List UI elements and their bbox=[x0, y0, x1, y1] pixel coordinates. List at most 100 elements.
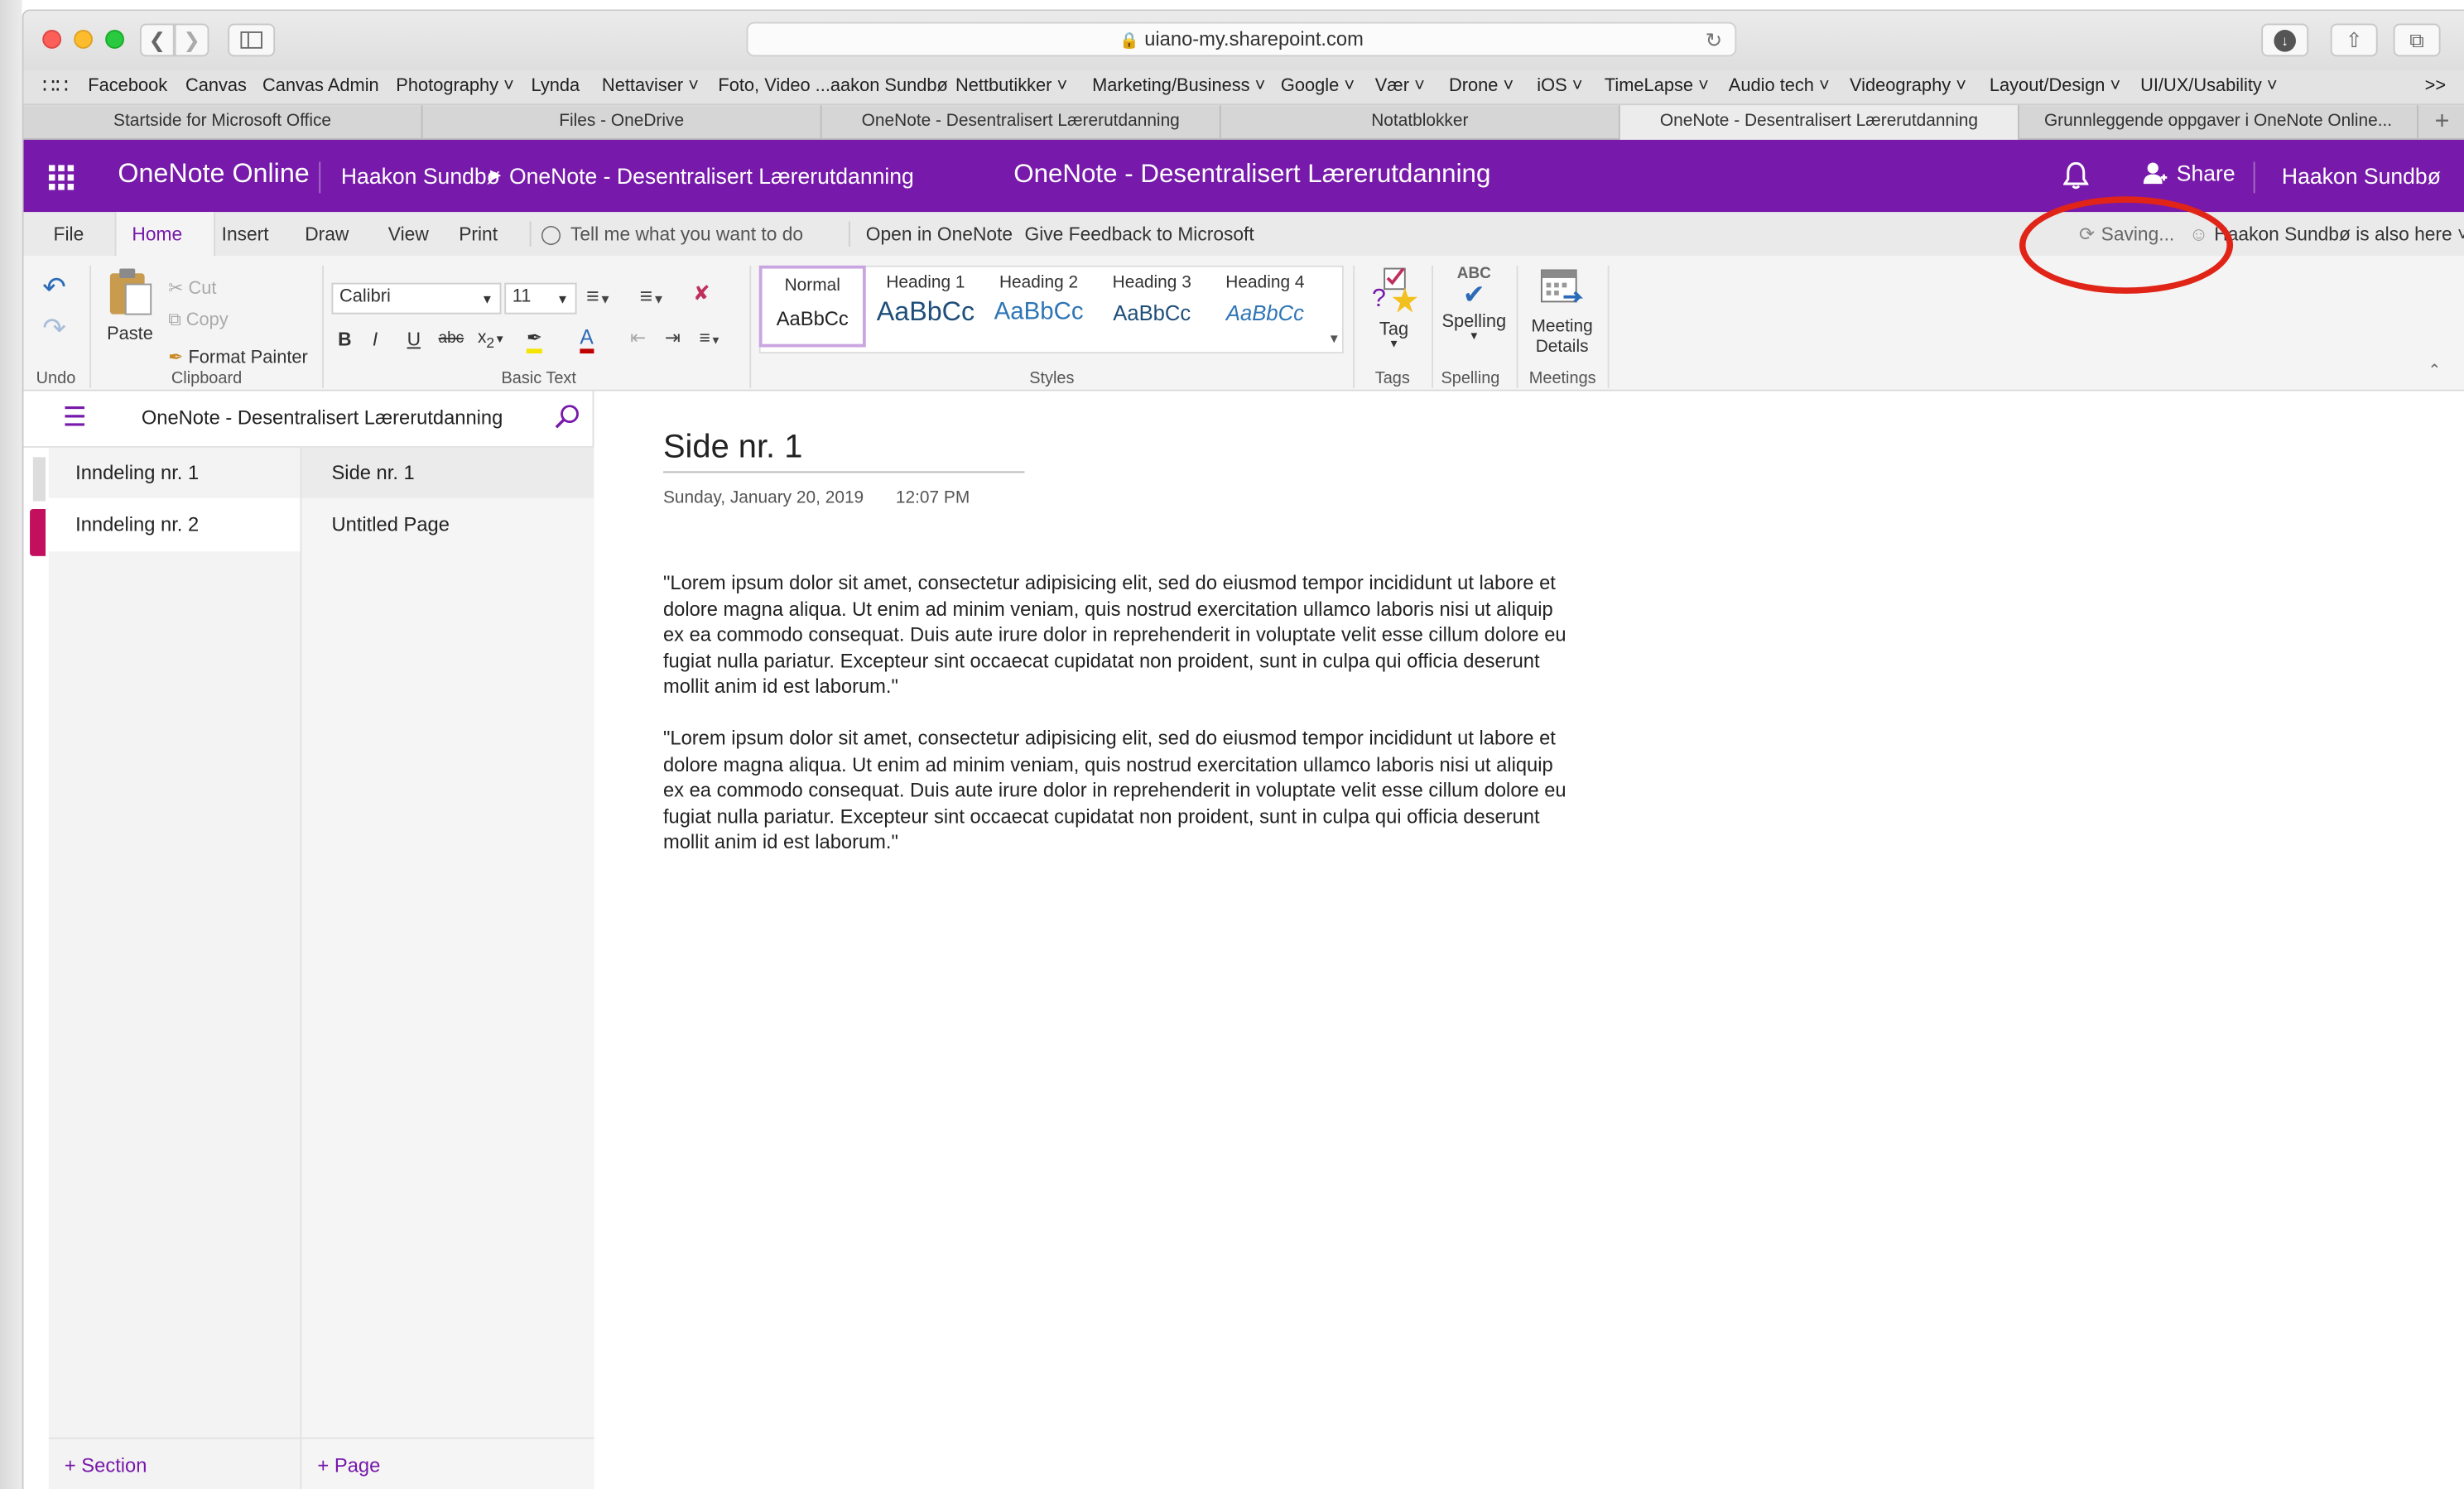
give-feedback-link[interactable]: Give Feedback to Microsoft bbox=[1024, 223, 1254, 246]
open-in-onenote-link[interactable]: Open in OneNote bbox=[866, 223, 1013, 246]
cut-button[interactable]: ✂ Cut bbox=[168, 276, 216, 299]
section-item-1[interactable]: Inndeling nr. 1 bbox=[49, 448, 301, 498]
align-button[interactable]: ≡▼ bbox=[700, 327, 721, 349]
highlight-button[interactable]: ✒ bbox=[526, 327, 542, 354]
spelling-button[interactable]: ABC ✔ Spelling ▼ bbox=[1438, 266, 1510, 366]
share-button[interactable]: Share bbox=[2142, 161, 2235, 185]
style-normal[interactable]: Normal AaBbCc bbox=[758, 265, 866, 348]
tab-onenote-active[interactable]: OneNote - Desentralisert Lærerutdanning bbox=[1619, 105, 2019, 140]
bookmark-audio-tech[interactable]: Audio tech ˅ bbox=[1729, 77, 1830, 96]
minimize-window-button[interactable] bbox=[74, 30, 93, 49]
numbering-button[interactable]: ≡▼ bbox=[639, 283, 665, 308]
style-heading-4[interactable]: Heading 4 AaBbCc bbox=[1211, 266, 1318, 348]
bookmark-ios[interactable]: iOS ˅ bbox=[1537, 77, 1582, 96]
italic-button[interactable]: I bbox=[373, 329, 378, 351]
reload-icon[interactable]: ↻ bbox=[1706, 23, 1723, 56]
style-heading-3[interactable]: Heading 3 AaBbCc bbox=[1099, 266, 1206, 348]
bell-icon[interactable] bbox=[2063, 161, 2089, 190]
section-item-2-selected[interactable]: Inndeling nr. 2 bbox=[48, 497, 301, 552]
share-sheet-button[interactable]: ⇧ bbox=[2330, 23, 2378, 57]
strikethrough-button[interactable]: abc bbox=[439, 330, 464, 348]
tab-onenote-1[interactable]: OneNote - Desentralisert Lærerutdanning bbox=[822, 105, 1221, 140]
add-section-button[interactable]: + Section bbox=[48, 1437, 301, 1489]
tab-file[interactable]: File bbox=[54, 223, 84, 246]
subscript-button[interactable]: x2▼ bbox=[478, 329, 505, 351]
tab-notatblokker[interactable]: Notatblokker bbox=[1221, 105, 1620, 140]
font-family-select[interactable]: Calibri ▼ bbox=[331, 282, 502, 315]
bookmark-photography[interactable]: Photography ˅ bbox=[396, 77, 514, 96]
bookmark-nettbutikker[interactable]: Nettbutikker ˅ bbox=[955, 77, 1067, 96]
bookmark-videography[interactable]: Videography ˅ bbox=[1850, 77, 1966, 96]
bullets-button[interactable]: ≡▼ bbox=[586, 283, 612, 308]
underline-button[interactable]: U bbox=[407, 329, 421, 351]
tab-home[interactable]: Home bbox=[114, 212, 216, 257]
font-size-select[interactable]: 11 ▼ bbox=[504, 282, 577, 315]
page-title-field[interactable]: Side nr. 1 bbox=[662, 429, 1025, 473]
tag-button[interactable]: ? Tag ▼ bbox=[1363, 266, 1426, 366]
more-bookmarks-icon[interactable]: >> bbox=[2425, 77, 2447, 96]
format-painter-button[interactable]: ✒ Format Painter bbox=[168, 346, 308, 367]
paragraph-1[interactable]: "Lorem ipsum dolor sit amet, consectetur… bbox=[663, 570, 1575, 700]
bookmark-ui-ux[interactable]: UI/UX/Usability ˅ bbox=[2140, 77, 2278, 96]
grid-icon[interactable]: ∷∷ bbox=[42, 74, 68, 98]
copy-button[interactable]: ⧉ Copy bbox=[168, 311, 229, 332]
bookmark-timelapse[interactable]: TimeLapse ˅ bbox=[1605, 77, 1709, 96]
tell-me-box[interactable]: Tell me what you want to do bbox=[570, 223, 803, 246]
add-page-button[interactable]: + Page bbox=[301, 1437, 594, 1489]
account-name[interactable]: Haakon Sundbø bbox=[2282, 163, 2441, 188]
bookmark-vaer[interactable]: Vær ˅ bbox=[1375, 77, 1425, 96]
tab-grunnleggende[interactable]: Grunnleggende oppgaver i OneNote Online.… bbox=[2019, 105, 2419, 140]
group-divider bbox=[1353, 265, 1355, 388]
tab-onedrive[interactable]: Files - OneDrive bbox=[423, 105, 822, 140]
tab-insert[interactable]: Insert bbox=[222, 223, 269, 246]
bookmark-canvas[interactable]: Canvas bbox=[185, 77, 247, 96]
bold-button[interactable]: B bbox=[338, 329, 351, 351]
bookmark-nettaviser[interactable]: Nettaviser ˅ bbox=[602, 77, 699, 96]
tab-draw[interactable]: Draw bbox=[305, 223, 349, 246]
tab-office-start[interactable]: Startside for Microsoft Office bbox=[23, 105, 423, 140]
app-name[interactable]: OneNote Online bbox=[118, 159, 309, 190]
redo-icon[interactable]: ↷ bbox=[42, 313, 66, 346]
notebook-name[interactable]: OneNote - Desentralisert Lærerutdanning bbox=[142, 407, 503, 430]
page-canvas[interactable]: Side nr. 1 Sunday, January 20, 2019 12:0… bbox=[595, 391, 2464, 1489]
undo-icon[interactable]: ↶ bbox=[42, 271, 66, 305]
style-heading-2[interactable]: Heading 2 AaBbCc bbox=[985, 266, 1092, 348]
bookmark-facebook[interactable]: Facebook bbox=[88, 77, 167, 96]
tab-view[interactable]: View bbox=[388, 223, 429, 246]
downloads-button[interactable]: ↓ bbox=[2261, 23, 2309, 57]
tab-print[interactable]: Print bbox=[459, 223, 498, 246]
bookmark-foto-video[interactable]: Foto, Video ...aakon Sundbø bbox=[718, 77, 947, 96]
bookmark-layout-design[interactable]: Layout/Design ˅ bbox=[1990, 77, 2120, 96]
close-window-button[interactable] bbox=[42, 30, 62, 49]
bookmark-marketing[interactable]: Marketing/Business ˅ bbox=[1092, 77, 1265, 96]
indent-button[interactable]: ⇥ bbox=[665, 327, 681, 349]
sidebar-toggle-button[interactable] bbox=[228, 23, 276, 57]
collapse-ribbon-icon[interactable]: ⌃ bbox=[2428, 363, 2441, 380]
bookmark-lynda[interactable]: Lynda bbox=[532, 77, 580, 96]
bookmark-canvas-admin[interactable]: Canvas Admin bbox=[262, 77, 379, 96]
app-launcher-icon[interactable] bbox=[48, 165, 75, 190]
zoom-window-button[interactable] bbox=[105, 30, 124, 49]
page-item-1-selected[interactable]: Side nr. 1 bbox=[301, 447, 594, 498]
address-bar[interactable]: 🔒 uiano-my.sharepoint.com ↻ bbox=[746, 22, 1737, 57]
back-button[interactable]: ❮ bbox=[139, 23, 175, 57]
search-icon[interactable] bbox=[555, 404, 580, 429]
breadcrumb-user[interactable]: Haakon Sundbø bbox=[341, 163, 500, 188]
forward-button[interactable]: ❯ bbox=[174, 23, 209, 57]
font-color-button[interactable]: A bbox=[580, 325, 594, 354]
style-heading-1[interactable]: Heading 1 AaBbCc bbox=[872, 266, 979, 348]
meeting-details-button[interactable]: Meeting Details bbox=[1523, 266, 1601, 366]
bookmark-google[interactable]: Google ˅ bbox=[1281, 77, 1355, 96]
styles-expand-icon[interactable]: ▼ bbox=[1328, 331, 1340, 345]
breadcrumb-notebook[interactable]: OneNote - Desentralisert Lærerutdanning bbox=[509, 163, 914, 188]
new-tab-button[interactable]: + bbox=[2418, 105, 2464, 140]
presence-status[interactable]: Haakon Sundbø is also here ˅ bbox=[2214, 223, 2464, 246]
tab-overview-button[interactable]: ⧉ bbox=[2393, 23, 2441, 57]
hamburger-menu-icon[interactable]: ☰ bbox=[63, 402, 87, 434]
paste-button[interactable]: Paste bbox=[99, 266, 162, 353]
clear-formatting-icon[interactable]: ✘ bbox=[693, 281, 710, 306]
paragraph-2[interactable]: "Lorem ipsum dolor sit amet, consectetur… bbox=[663, 726, 1575, 856]
page-item-2[interactable]: Untitled Page bbox=[301, 498, 594, 552]
outdent-button[interactable]: ⇤ bbox=[630, 327, 646, 349]
bookmark-drone[interactable]: Drone ˅ bbox=[1449, 77, 1514, 96]
